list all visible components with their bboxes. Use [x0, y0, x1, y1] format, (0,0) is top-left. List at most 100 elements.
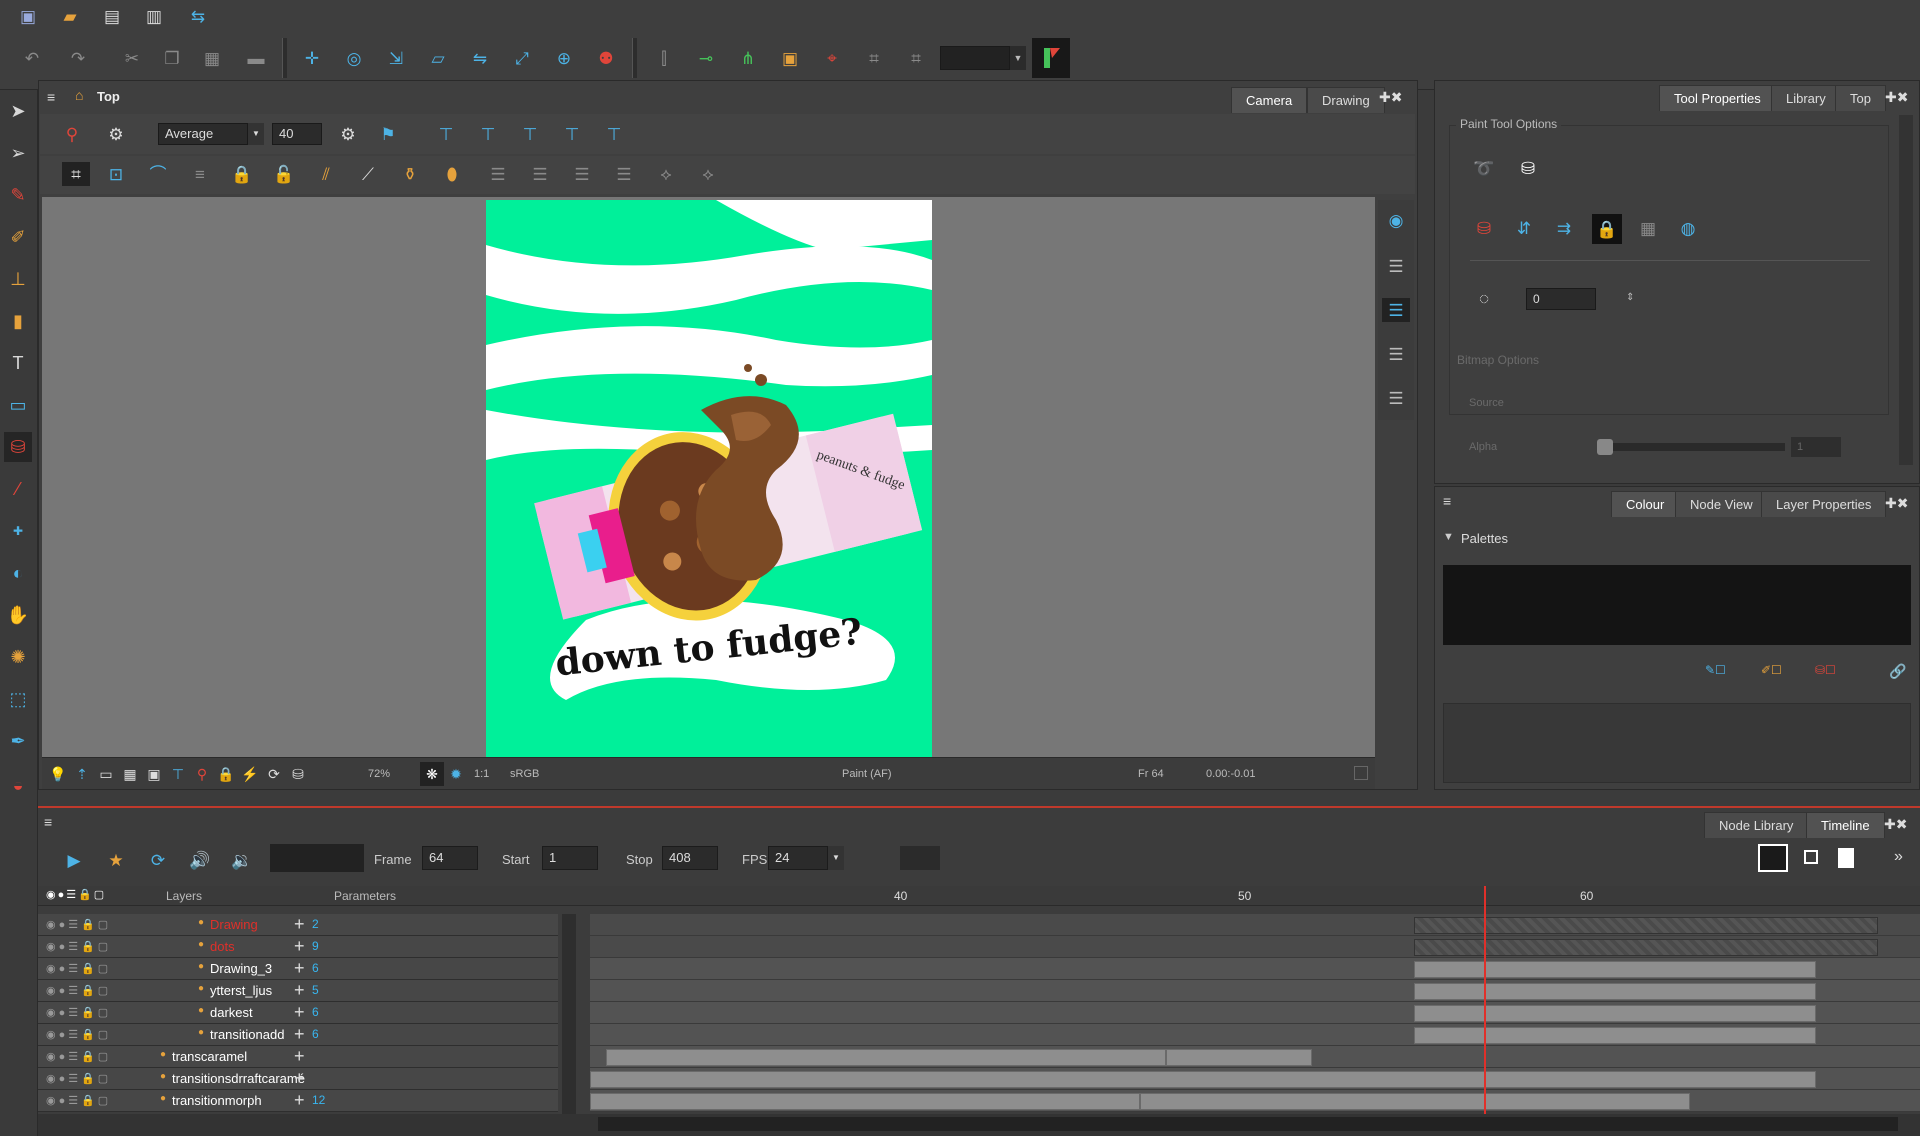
link-icon[interactable]: 🔗 — [1889, 663, 1906, 680]
sound-scrub-icon[interactable]: 🔉 — [230, 848, 254, 872]
tab-node-view[interactable]: Node View — [1675, 491, 1768, 517]
shift-trace-icon[interactable]: ≡ — [188, 162, 212, 186]
loop-icon[interactable]: ⟳ — [146, 848, 170, 872]
peg-delete-icon[interactable]: ⊤ — [518, 122, 542, 146]
add-tab-icon[interactable]: ✚✖ — [1885, 89, 1908, 106]
deform-link-icon[interactable]: ⟡ — [696, 162, 720, 186]
exposure-block[interactable] — [590, 1071, 1816, 1088]
pencil-edit-icon[interactable]: ⊸ — [694, 46, 718, 70]
measure-icon[interactable]: ⟋ — [356, 162, 380, 186]
tab-camera[interactable]: Camera — [1231, 87, 1308, 113]
select-box-icon[interactable]: ▣ — [778, 46, 802, 70]
add-parameter-icon[interactable]: + — [294, 980, 305, 1001]
align-icon[interactable]: ⌗ — [904, 46, 928, 70]
timeline-track[interactable] — [590, 1046, 1920, 1068]
play-icon[interactable]: ▶ — [62, 848, 86, 872]
save-as-icon[interactable]: ▥ — [142, 4, 166, 28]
exposure-block[interactable] — [1414, 1027, 1816, 1044]
alpha-slider-handle[interactable] — [1597, 439, 1613, 455]
lock-icon[interactable]: 🔒 — [230, 162, 254, 186]
paint-bucket-icon[interactable]: ⛁ — [1516, 156, 1540, 180]
layer-toggles-icon[interactable]: ◉●☰🔒▢ — [46, 962, 111, 975]
add-parameter-icon[interactable]: + — [294, 1046, 305, 1067]
ruler-icon[interactable]: ⫽ — [314, 162, 338, 186]
layers-o-icon[interactable]: ☰ — [1384, 254, 1408, 278]
start-field[interactable]: 1 — [542, 846, 598, 870]
layer-row[interactable]: ◉●☰🔒▢ ● transitionsdrraftcaramé + — [38, 1068, 558, 1090]
alpha-slider[interactable] — [1597, 443, 1785, 451]
exposure-block[interactable] — [1166, 1049, 1312, 1066]
chevron-down-icon[interactable]: ▼ — [1010, 46, 1026, 70]
brush-tool-icon[interactable]: ✎ — [4, 180, 32, 210]
flip-icon[interactable]: ⇋ — [468, 46, 492, 70]
onion-skin-icon[interactable]: ⚲ — [60, 122, 84, 146]
panel-menu-icon[interactable]: ≡ — [1443, 493, 1451, 509]
palette-list[interactable] — [1443, 565, 1911, 645]
undo-icon[interactable]: ↶ — [20, 46, 44, 70]
tab-drawing[interactable]: Drawing — [1307, 87, 1385, 113]
layer-toggles-icon[interactable]: ◉●☰🔒▢ — [46, 984, 111, 997]
grid-toggle-icon[interactable]: ▦ — [118, 762, 142, 786]
chevron-down-icon[interactable]: ▼ — [828, 846, 844, 870]
timeline-track[interactable] — [590, 1002, 1920, 1024]
grid-icon[interactable]: ⌗ — [62, 162, 90, 186]
mirror-icon[interactable]: ⟡ — [654, 162, 678, 186]
paint-mode-icon[interactable]: ⛁ — [1472, 216, 1496, 240]
add-parameter-icon[interactable]: + — [294, 958, 305, 979]
eraser-tool-icon[interactable]: ▮ — [4, 306, 32, 336]
onion-icon[interactable]: ⚲ — [190, 762, 214, 786]
pose-icon[interactable]: ⬮ — [440, 162, 464, 186]
unlock-icon[interactable]: 🔓 — [272, 162, 296, 186]
gap-value-field[interactable]: 0 — [1526, 288, 1596, 310]
layer-toggles-icon[interactable]: ◉●☰🔒▢ — [46, 1006, 111, 1019]
exposure-block[interactable] — [1414, 1005, 1816, 1022]
paint-unpainted-icon[interactable]: ⇵ — [1512, 216, 1536, 240]
alpha-value-field[interactable]: 1 — [1791, 437, 1841, 457]
safe-area-icon[interactable]: ⊡ — [104, 162, 128, 186]
add-parameter-icon[interactable]: + — [294, 936, 305, 957]
layer-scrollbar[interactable] — [562, 914, 576, 1114]
timeline-track[interactable] — [590, 958, 1920, 980]
fps-field[interactable]: 24 — [768, 846, 828, 870]
peg-add-child-icon[interactable]: ⊤ — [602, 122, 626, 146]
layer-stack-icon[interactable]: ☰ — [486, 162, 510, 186]
layer-toggles-icon[interactable]: ◉●☰🔒▢ — [46, 1072, 111, 1085]
add-parameter-icon[interactable]: + — [294, 1068, 305, 1089]
realtime-icon[interactable]: ✹ — [444, 762, 468, 786]
copy-icon[interactable]: ❐ — [160, 46, 184, 70]
lasso-icon[interactable]: ➰ — [1472, 156, 1496, 180]
settings-icon[interactable]: ⚙ — [104, 122, 128, 146]
layer-toggles-icon[interactable]: ◉●☰🔒▢ — [46, 940, 111, 953]
playhead[interactable] — [1483, 886, 1486, 1114]
move-icon[interactable]: ✛ — [300, 46, 324, 70]
color-swatch-dropdown[interactable] — [940, 46, 1010, 70]
tab-layer-properties[interactable]: Layer Properties — [1761, 491, 1887, 517]
bone-icon[interactable]: ⚉ — [594, 46, 618, 70]
timeline-track[interactable] — [590, 1090, 1920, 1112]
lock-icon[interactable]: 🔒 — [214, 762, 238, 786]
brush-preview-icon[interactable]: ⛁ — [286, 762, 310, 786]
view-mode-1-icon[interactable] — [1758, 844, 1788, 872]
frame-icon[interactable]: ▭ — [94, 762, 118, 786]
playback-speed-slider[interactable] — [270, 844, 364, 872]
add-parameter-icon[interactable]: + — [294, 1002, 305, 1023]
layer-row[interactable]: ◉●☰🔒▢ ● transitionmorph +12 — [38, 1090, 558, 1112]
swatch-pencil-icon[interactable]: ✐☐ — [1761, 663, 1782, 677]
skew-icon[interactable]: ▱ — [426, 46, 450, 70]
layer-toggles-icon[interactable]: ◉●☰🔒▢ — [46, 1094, 111, 1107]
add-parameter-icon[interactable]: + — [294, 914, 305, 935]
zoom-tool-icon[interactable]: ◐ — [4, 558, 32, 588]
pivot-icon[interactable]: ⊕ — [552, 46, 576, 70]
peg-add-icon[interactable]: ⊤ — [560, 122, 584, 146]
grid-snap-icon[interactable]: ⌗ — [862, 46, 886, 70]
layer-row[interactable]: ◉●☰🔒▢ ● Drawing_3 +6 — [38, 958, 558, 980]
cut-icon[interactable]: ✂ — [120, 46, 144, 70]
rotate-icon[interactable]: ◎ — [342, 46, 366, 70]
rotate-view-icon[interactable]: ⟳ — [262, 762, 286, 786]
color-space[interactable]: sRGB — [510, 768, 539, 780]
frame-field[interactable]: 64 — [422, 846, 478, 870]
select-tool-icon[interactable]: ➤ — [4, 96, 32, 126]
view-mode-2-icon[interactable] — [1804, 850, 1818, 864]
flash-icon[interactable]: ⚡ — [238, 762, 262, 786]
chevron-down-icon[interactable]: ▼ — [1443, 531, 1454, 543]
